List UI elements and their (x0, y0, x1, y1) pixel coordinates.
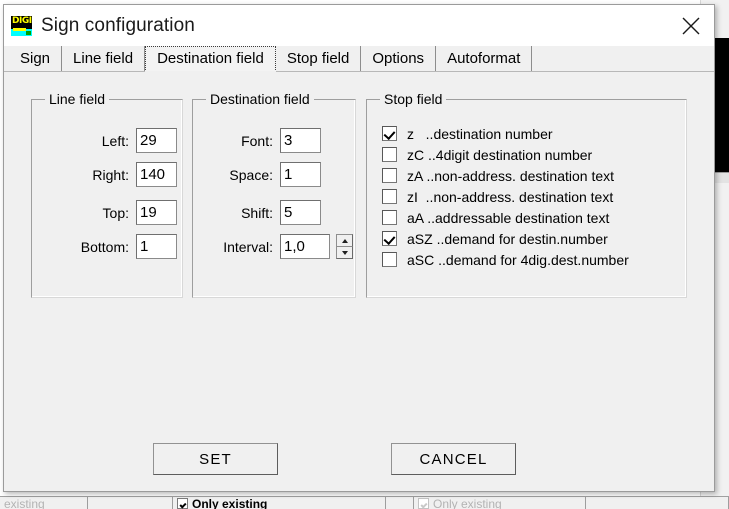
input-right[interactable]: 140 (136, 162, 177, 187)
input-bottom[interactable]: 1 (136, 234, 177, 259)
tab-line-field[interactable]: Line field (62, 46, 146, 71)
background-toolbar-cell (88, 497, 173, 509)
label-bottom: Bottom: (80, 238, 129, 255)
input-space[interactable]: 1 (280, 162, 321, 187)
group-stop-field-title: Stop field (380, 91, 447, 107)
app-icon-yellow-bar (13, 27, 26, 31)
stop-field-checkbox-row[interactable]: zA ..non-address. destination text (382, 165, 678, 186)
stop-field-checkbox-label: zA ..non-address. destination text (407, 167, 615, 184)
close-icon (682, 17, 700, 34)
interval-spinner (336, 234, 353, 259)
input-interval[interactable]: 1,0 (280, 234, 330, 259)
tab-sign[interactable]: Sign (9, 46, 63, 71)
label-right: Right: (92, 166, 129, 183)
background-toolbar-label: existing (4, 497, 45, 509)
stop-field-checkbox-list: z ..destination number zC ..4digit destin… (382, 123, 678, 270)
input-left[interactable]: 29 (136, 128, 177, 153)
checkbox-unchecked-icon[interactable] (382, 189, 397, 204)
stop-field-checkbox-row[interactable]: aSZ ..demand for destin.number (382, 228, 678, 249)
background-bottom-cells: existing Only existing Only existing (0, 497, 729, 509)
group-destination-field-title: Destination field (206, 91, 314, 107)
dialog-client-area: Line field Left: 29 Right: 140 Top: 19 B… (4, 72, 714, 491)
label-space: Space: (229, 166, 273, 183)
checkbox-unchecked-icon[interactable] (382, 147, 397, 162)
group-line-field: Line field Left: 29 Right: 140 Top: 19 B… (31, 91, 184, 298)
dialog-titlebar: DIGI Sign configuration (4, 5, 714, 46)
label-shift: Shift: (241, 204, 273, 221)
tab-strip: Sign Line field Destination field Stop fiel… (4, 46, 714, 73)
field-row-top: Top: 19 (32, 200, 184, 225)
background-toolbar-cell: existing (0, 497, 88, 509)
input-shift[interactable]: 5 (280, 200, 321, 225)
checkbox-unchecked-icon[interactable] (382, 210, 397, 225)
background-toolbar-label: Only existing (433, 497, 502, 509)
checkbox-checked-icon (177, 497, 188, 509)
stop-field-checkbox-label: aSZ ..demand for destin.number (407, 230, 608, 247)
stop-field-checkbox-label: z ..destination number (407, 125, 553, 142)
set-button[interactable]: SET (153, 443, 278, 475)
app-icon: DIGI (11, 15, 32, 36)
background-right-divider (714, 172, 729, 183)
checkbox-checked-icon[interactable] (382, 231, 397, 246)
close-button[interactable] (668, 5, 714, 46)
label-interval: Interval: (223, 238, 273, 255)
background-toolbar-cell: Only existing (414, 497, 586, 509)
field-row-space: Space: 1 (193, 162, 357, 187)
checkbox-checked-icon (418, 497, 429, 509)
group-stop-field: Stop field z ..destination number zC ..4d… (366, 91, 687, 298)
stop-field-checkbox-row[interactable]: aSC ..demand for 4dig.dest.number (382, 249, 678, 270)
background-toolbar-cell (586, 497, 729, 509)
field-row-bottom: Bottom: 1 (32, 234, 184, 259)
app-icon-text: DIGI (12, 15, 32, 26)
input-font[interactable]: 3 (280, 128, 321, 153)
group-destination-field: Destination field Font: 3 Space: 1 Shift… (192, 91, 357, 298)
tab-destination-field[interactable]: Destination field (145, 46, 276, 73)
field-row-interval: Interval: 1,0 (193, 234, 357, 259)
background-bottom-toolbar: existing Only existing Only existing (0, 496, 729, 509)
app-icon-green-dot (26, 30, 31, 35)
stop-field-checkbox-label: aA ..addressable destination text (407, 209, 610, 226)
tab-autoformat[interactable]: Autoformat (436, 46, 533, 71)
background-toolbar-cell (386, 497, 414, 509)
label-font: Font: (241, 132, 273, 149)
stop-field-checkbox-row[interactable]: zC ..4digit destination number (382, 144, 678, 165)
checkbox-unchecked-icon[interactable] (382, 168, 397, 183)
background-toolbar-label: Only existing (192, 497, 268, 509)
field-row-right: Right: 140 (32, 162, 184, 187)
checkbox-checked-icon[interactable] (382, 126, 397, 141)
checkbox-unchecked-icon[interactable] (382, 252, 397, 267)
stop-field-checkbox-row[interactable]: aA ..addressable destination text (382, 207, 678, 228)
label-top: Top: (102, 204, 129, 221)
tab-options[interactable]: Options (361, 46, 437, 71)
label-left: Left: (101, 132, 129, 149)
spin-down-icon[interactable] (336, 246, 353, 259)
dialog-title: Sign configuration (41, 14, 195, 36)
field-row-shift: Shift: 5 (193, 200, 357, 225)
stop-field-checkbox-label: zI ..non-address. destination text (407, 188, 614, 205)
stop-field-checkbox-label: aSC ..demand for 4dig.dest.number (407, 251, 629, 268)
stop-field-checkbox-row[interactable]: z ..destination number (382, 123, 678, 144)
stop-field-checkbox-row[interactable]: zI ..non-address. destination text (382, 186, 678, 207)
sign-configuration-dialog: DIGI Sign configuration Sign Line field De… (3, 4, 715, 492)
background-toolbar-cell: Only existing (173, 497, 386, 509)
spin-up-icon[interactable] (336, 234, 353, 246)
input-top[interactable]: 19 (136, 200, 177, 225)
group-line-field-title: Line field (45, 91, 110, 107)
cancel-button[interactable]: CANCEL (391, 443, 516, 475)
stop-field-checkbox-label: zC ..4digit destination number (407, 146, 593, 163)
field-row-font: Font: 3 (193, 128, 357, 153)
tab-stop-field[interactable]: Stop field (275, 46, 362, 71)
field-row-left: Left: 29 (32, 128, 184, 153)
